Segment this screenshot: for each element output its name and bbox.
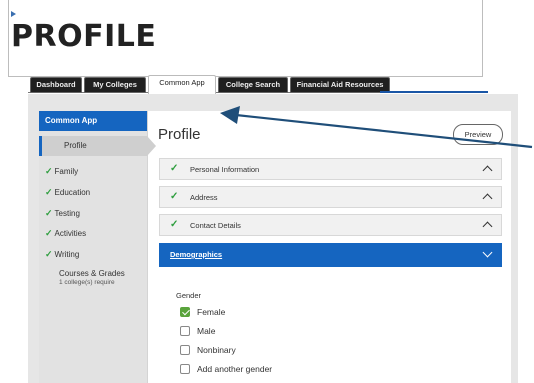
annotation-arrow-icon	[220, 106, 533, 149]
